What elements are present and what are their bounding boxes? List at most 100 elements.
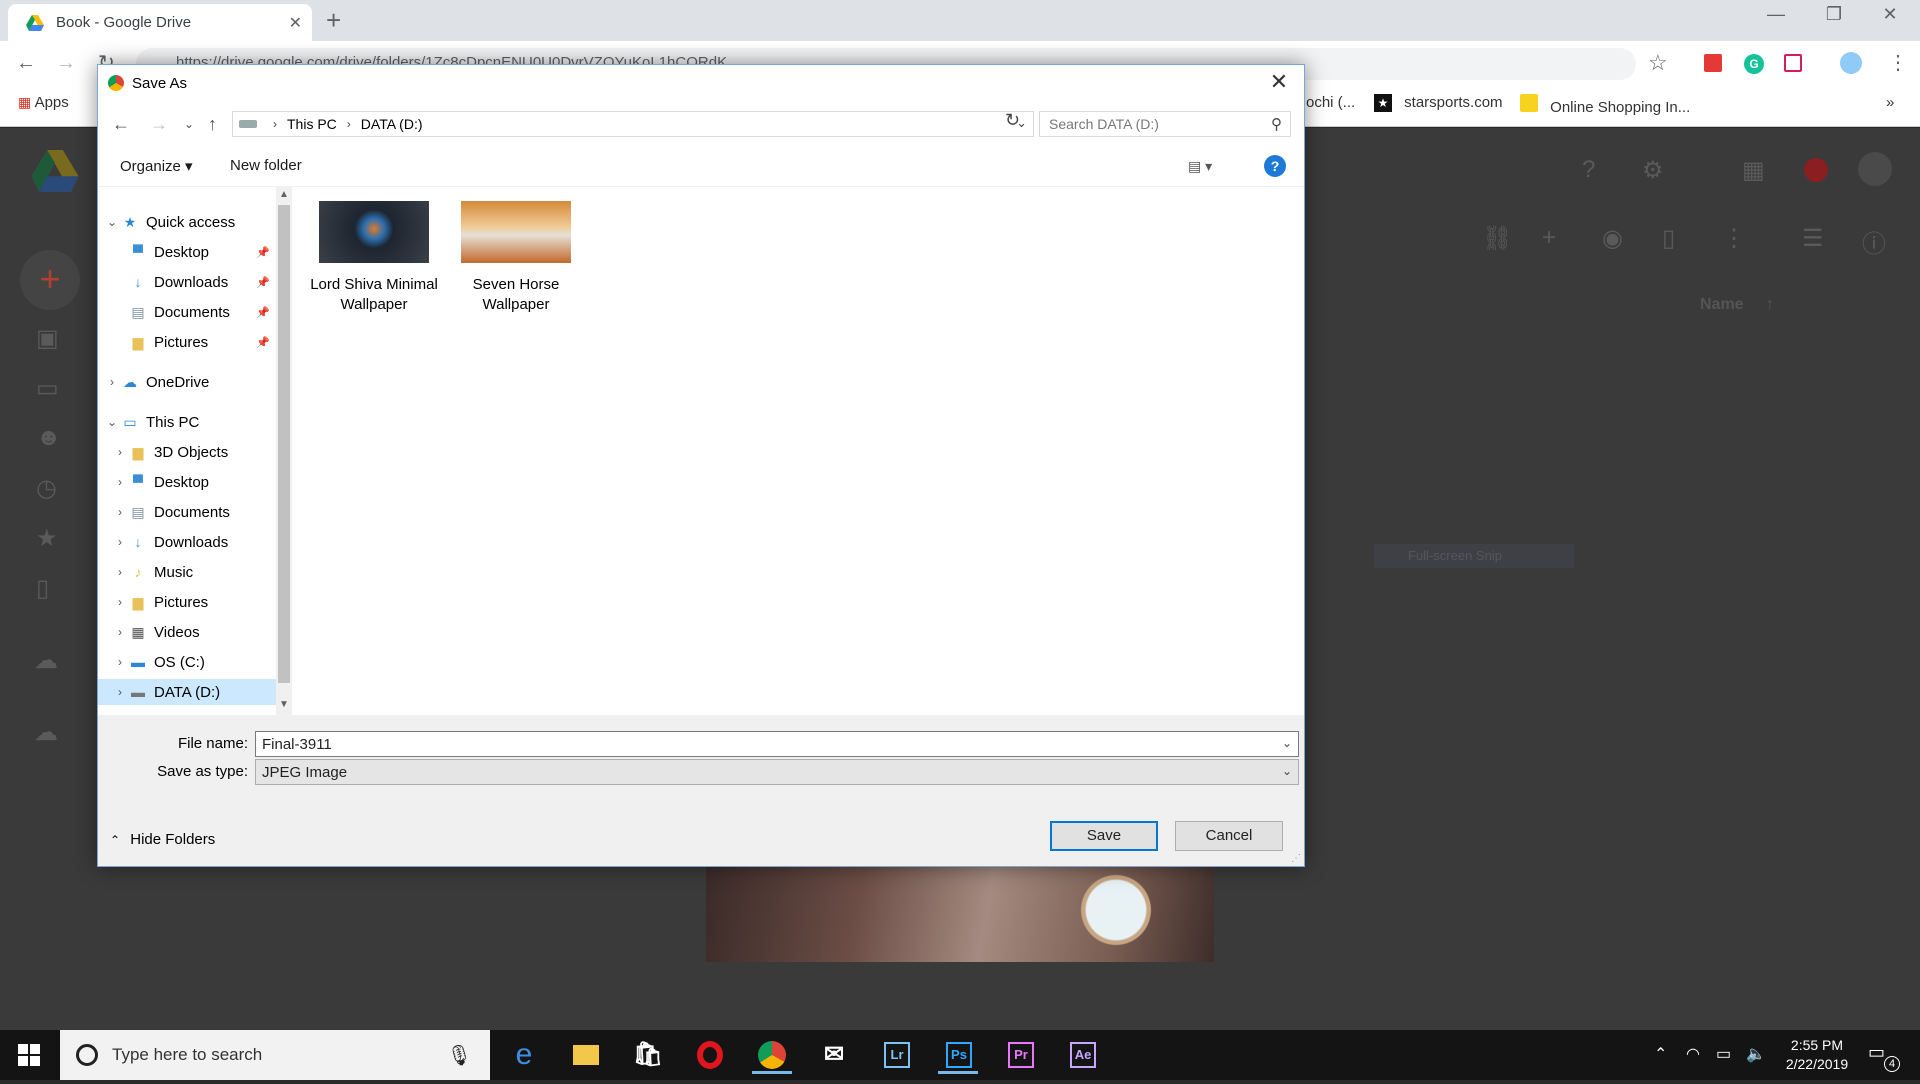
drive-settings-icon[interactable]: ⚙ — [1642, 156, 1664, 185]
wifi-icon[interactable]: ◠ — [1686, 1044, 1700, 1064]
apps-launcher-icon[interactable]: ▦ — [1742, 156, 1765, 185]
new-plus-icon[interactable]: + — [20, 250, 80, 310]
edge-icon[interactable]: e — [504, 1036, 544, 1074]
profile-avatar-icon[interactable] — [1840, 52, 1862, 74]
scrollbar-thumb[interactable] — [278, 205, 290, 683]
up-folder-icon[interactable]: ↑ — [208, 114, 217, 135]
breadcrumb-data-d[interactable]: DATA (D:) — [361, 116, 423, 132]
windows-start-icon[interactable] — [18, 1044, 40, 1066]
tree-3d-objects[interactable]: › ▆ 3D Objects — [98, 439, 276, 465]
system-clock[interactable]: 2:55 PM 2/22/2019 — [1772, 1036, 1862, 1074]
taskbar-search-input[interactable]: Type here to search 🎙 — [60, 1030, 490, 1080]
tree-os-c[interactable]: › ▬ OS (C:) — [98, 649, 276, 675]
share-icon[interactable]: + — [1542, 224, 1556, 252]
grammarly-icon[interactable]: G — [1744, 54, 1764, 74]
path-bar[interactable]: › This PC › DATA (D:) ⌄ — [232, 111, 1034, 137]
extension-red-icon[interactable] — [1704, 54, 1722, 72]
search-input[interactable]: Search DATA (D:) ⚲ — [1039, 111, 1291, 137]
file-item[interactable]: Seven Horse Wallpaper — [446, 201, 586, 315]
close-tab-icon[interactable]: ✕ — [289, 13, 302, 33]
bookmark-starsports[interactable]: ★ starsports.com — [1374, 94, 1503, 112]
close-window-icon[interactable]: ✕ — [1866, 4, 1914, 25]
drive-help-icon[interactable]: ? — [1582, 156, 1595, 184]
collapsed-chevron-icon[interactable]: › — [112, 655, 128, 669]
my-drive-icon[interactable]: ▣ — [36, 324, 59, 353]
remove-icon[interactable]: ▯ — [1662, 224, 1675, 253]
collapsed-chevron-icon[interactable]: › — [112, 625, 128, 639]
more-actions-icon[interactable]: ⋮ — [1722, 224, 1746, 253]
collapsed-chevron-icon[interactable]: › — [112, 505, 128, 519]
notifications-icon[interactable] — [1804, 158, 1828, 182]
tree-quick-documents[interactable]: ▤ Documents 📌 — [98, 299, 276, 325]
opera-icon[interactable] — [690, 1036, 730, 1074]
bookmark-flipkart[interactable]: Online Shopping In... — [1520, 94, 1690, 116]
tray-chevron-up-icon[interactable]: ⌃ — [1654, 1044, 1667, 1064]
collapsed-chevron-icon[interactable]: › — [112, 475, 128, 489]
new-folder-button[interactable]: New folder — [230, 157, 302, 174]
restore-icon[interactable]: ❐ — [1810, 4, 1858, 25]
view-options-icon[interactable]: ▤ ▾ — [1188, 158, 1212, 175]
scroll-down-icon[interactable]: ▼ — [276, 699, 292, 710]
collapsed-chevron-icon[interactable]: › — [112, 445, 128, 459]
expanded-chevron-icon[interactable]: ⌄ — [104, 415, 120, 429]
tree-this-pc[interactable]: ⌄ ▭ This PC — [98, 409, 276, 435]
tree-downloads[interactable]: › ↓ Downloads — [98, 529, 276, 555]
recent-locations-icon[interactable]: ⌄ — [184, 117, 194, 131]
tree-data-d[interactable]: › ▬ DATA (D:) — [98, 679, 276, 705]
new-tab-icon[interactable]: + — [326, 6, 341, 34]
file-name-dropdown-icon[interactable]: ⌄ — [1282, 736, 1292, 750]
minimize-icon[interactable]: — — [1752, 4, 1800, 25]
store-icon[interactable]: 🛍 — [628, 1036, 668, 1074]
bookmark-item[interactable]: ochi (... — [1306, 94, 1355, 111]
cancel-button[interactable]: Cancel — [1175, 821, 1283, 851]
collapsed-chevron-icon[interactable]: › — [112, 565, 128, 579]
volume-icon[interactable]: 🔈 — [1746, 1044, 1766, 1064]
browser-tab[interactable]: Book - Google Drive ✕ — [8, 4, 312, 41]
save-type-dropdown-icon[interactable]: ⌄ — [1282, 764, 1292, 778]
file-name-input[interactable]: Final-3911 ⌄ — [255, 731, 1299, 757]
back-nav-icon[interactable]: ← — [112, 114, 130, 135]
photoshop-icon[interactable]: Ps — [938, 1036, 978, 1074]
computers-icon[interactable]: ▭ — [36, 374, 59, 403]
get-link-icon[interactable]: ⛓ — [1482, 224, 1512, 253]
forward-nav-icon[interactable]: → — [150, 114, 168, 135]
tree-music[interactable]: › ♪ Music — [98, 559, 276, 585]
resize-grip-icon[interactable]: ⋰ — [1291, 853, 1301, 864]
refresh-icon[interactable]: ↻ — [1005, 110, 1020, 131]
starred-icon[interactable]: ★ — [36, 524, 58, 553]
lightroom-icon[interactable]: Lr — [876, 1036, 916, 1074]
account-avatar[interactable] — [1858, 152, 1892, 186]
collapsed-chevron-icon[interactable]: › — [112, 595, 128, 609]
tree-quick-pictures[interactable]: ▆ Pictures 📌 — [98, 329, 276, 355]
tree-quick-access[interactable]: ⌄ ★ Quick access — [98, 209, 276, 235]
help-icon[interactable]: ? — [1264, 155, 1286, 177]
chrome-menu-icon[interactable]: ⋮ — [1888, 50, 1908, 75]
save-type-select[interactable]: JPEG Image ⌄ — [255, 759, 1299, 785]
tree-pictures[interactable]: › ▆ Pictures — [98, 589, 276, 615]
trash-icon[interactable]: ▯ — [36, 574, 49, 603]
file-item[interactable]: Lord Shiva Minimal Wallpaper — [304, 201, 444, 315]
after-effects-icon[interactable]: Ae — [1062, 1036, 1102, 1074]
list-view-icon[interactable]: ☰ — [1802, 224, 1824, 253]
name-column-header[interactable]: Name ↑ — [1700, 296, 1774, 314]
dialog-close-icon[interactable]: ✕ — [1264, 69, 1294, 95]
save-button[interactable]: Save — [1050, 821, 1158, 851]
tree-onedrive[interactable]: › ☁ OneDrive — [98, 369, 276, 395]
file-explorer-icon[interactable] — [566, 1036, 606, 1074]
chrome-taskbar-icon[interactable] — [752, 1036, 792, 1074]
expanded-chevron-icon[interactable]: ⌄ — [104, 215, 120, 229]
collapsed-chevron-icon[interactable]: › — [112, 685, 128, 699]
collapsed-chevron-icon[interactable]: › — [104, 375, 120, 389]
tree-desktop[interactable]: › ▀ Desktop — [98, 469, 276, 495]
collapsed-chevron-icon[interactable]: › — [112, 535, 128, 549]
organize-button[interactable]: Organize ▾ — [120, 157, 193, 175]
backups-cloud-icon[interactable]: ☁ — [34, 646, 58, 675]
pocket-icon[interactable] — [1784, 54, 1802, 72]
action-center-icon[interactable]: ▭ — [1868, 1042, 1885, 1063]
back-icon[interactable]: ← — [16, 52, 36, 75]
breadcrumb-this-pc[interactable]: This PC — [287, 116, 337, 132]
battery-icon[interactable]: ▭ — [1716, 1044, 1731, 1064]
microphone-icon[interactable]: 🎙 — [447, 1043, 472, 1068]
apps-bookmark[interactable]: ▦ Apps — [18, 94, 69, 111]
more-bookmarks-icon[interactable]: » — [1886, 94, 1894, 111]
